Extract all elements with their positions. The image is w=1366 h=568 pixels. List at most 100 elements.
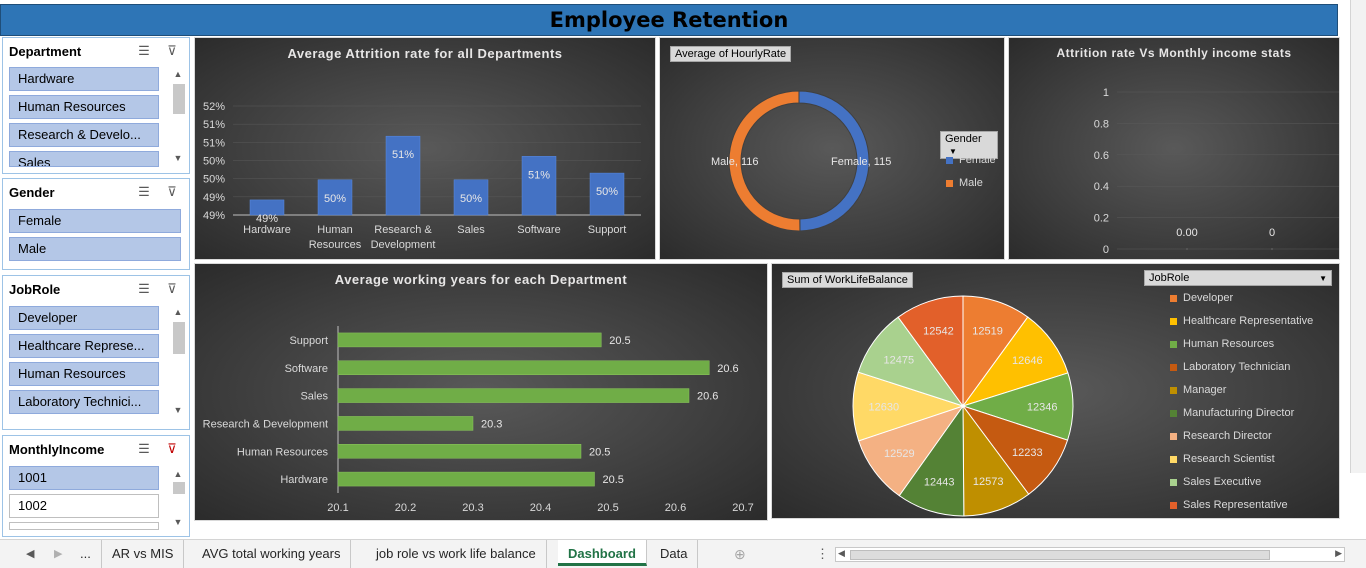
bar <box>337 471 595 487</box>
slicer-header: JobRole ☰ ⊽ <box>3 276 189 302</box>
legend-item: Developer <box>1170 292 1233 304</box>
bar <box>385 135 421 216</box>
legend-swatch <box>1170 363 1177 371</box>
data-label: 12573 <box>973 476 1004 488</box>
scroll-up-icon[interactable]: ▲ <box>171 306 185 318</box>
scroll-right-icon[interactable]: ▶ <box>1335 548 1342 559</box>
x-tick-label: Resources <box>309 239 362 251</box>
working-years-chart[interactable]: Average working years for each Departmen… <box>194 263 768 521</box>
tab-jobrole-worklife[interactable]: job role vs work life balance <box>366 540 547 568</box>
y-tick-label: Hardware <box>280 474 328 486</box>
y-tick-label: 49% <box>203 192 225 204</box>
x-tick-label: 20.4 <box>530 502 551 514</box>
x-tick-label: Research & <box>374 224 432 236</box>
data-label: 51% <box>392 149 414 161</box>
slicer-item[interactable]: Male <box>9 237 181 261</box>
data-label: 20.3 <box>481 418 502 430</box>
data-label: 50% <box>460 193 482 205</box>
clear-filter-icon[interactable]: ⊽ <box>163 43 181 59</box>
x-tick-label: Support <box>588 224 627 236</box>
attrition-department-chart[interactable]: Average Attrition rate for all Departmen… <box>194 37 656 260</box>
slicer-item[interactable]: Human Resources <box>9 362 159 386</box>
multi-select-icon[interactable]: ☰ <box>135 184 153 200</box>
slicer-item[interactable]: Female <box>9 209 181 233</box>
legend-label: Sales Representative <box>1183 499 1288 511</box>
bar <box>337 360 710 375</box>
tab-prev-icon[interactable]: ◀ <box>26 540 34 568</box>
slicer-item[interactable]: Research & Develo... <box>9 123 159 147</box>
worklife-balance-pie-chart[interactable]: Sum of WorkLifeBalance JobRole ▼ 12519 12… <box>771 263 1340 519</box>
data-label: 0.00 <box>1176 227 1197 239</box>
slicer-monthly-income: MonthlyIncome ☰ ⊽ 1001 1002 ▲ ▼ <box>2 435 190 537</box>
legend-swatch <box>1170 386 1177 394</box>
bar <box>521 156 557 216</box>
legend-swatch <box>1170 294 1177 302</box>
slicer-item[interactable]: 1002 <box>9 494 159 518</box>
slicer-item[interactable]: 1001 <box>9 466 159 490</box>
scroll-up-icon[interactable]: ▲ <box>171 68 185 80</box>
tab-data[interactable]: Data <box>650 540 699 568</box>
more-options-icon[interactable]: ⋮ <box>816 540 829 568</box>
tab-avg-working-years[interactable]: AVG total working years <box>192 540 352 568</box>
legend-label: Laboratory Technician <box>1183 361 1291 373</box>
slicer-item[interactable]: Laboratory Technici... <box>9 390 159 414</box>
slicer-item[interactable]: Healthcare Represe... <box>9 334 159 358</box>
legend-filter-label: Gender <box>945 133 982 145</box>
legend-label: Male <box>959 177 983 189</box>
legend-swatch <box>1170 409 1177 417</box>
tab-more[interactable]: ... <box>70 540 102 568</box>
x-tick-label: 20.2 <box>395 502 416 514</box>
sheet-vertical-scrollbar[interactable] <box>1350 0 1366 473</box>
multi-select-icon[interactable]: ☰ <box>135 441 153 457</box>
scroll-down-icon[interactable]: ▼ <box>171 152 185 164</box>
x-tick-label: Software <box>517 224 560 236</box>
slicer-scrollbar[interactable]: ▲ ▼ <box>171 306 185 418</box>
add-sheet-icon[interactable]: ⊕ <box>734 540 746 568</box>
scroll-down-icon[interactable]: ▼ <box>171 404 185 416</box>
tab-ar-vs-mis[interactable]: AR vs MIS <box>102 540 185 568</box>
slicer-header: Department ☰ ⊽ <box>3 38 189 64</box>
legend-item: Research Director <box>1170 430 1272 442</box>
slicer-item[interactable]: Hardware <box>9 67 159 91</box>
x-tick-label: 20.5 <box>597 502 618 514</box>
scroll-left-icon[interactable]: ◀ <box>838 548 845 559</box>
legend-item: Research Scientist <box>1170 453 1275 465</box>
clear-filter-icon[interactable]: ⊽ <box>163 184 181 200</box>
scroll-thumb[interactable] <box>850 550 1270 560</box>
x-tick-label: Human <box>317 224 352 236</box>
legend-item: Female <box>946 154 996 166</box>
multi-select-icon[interactable]: ☰ <box>135 43 153 59</box>
slicer-title: MonthlyIncome <box>9 441 105 457</box>
scroll-thumb[interactable] <box>173 322 185 354</box>
scroll-thumb[interactable] <box>173 482 185 494</box>
legend-item: Manager <box>1170 384 1226 396</box>
x-tick-label: Development <box>371 239 436 251</box>
y-tick-label: 49% <box>203 210 225 222</box>
slicer-scrollbar[interactable]: ▲ ▼ <box>171 468 185 528</box>
scroll-thumb[interactable] <box>173 84 185 114</box>
y-tick-label: Human Resources <box>237 446 329 458</box>
bar <box>337 388 690 403</box>
legend-label: Sales Executive <box>1183 476 1262 488</box>
slicer-item[interactable] <box>9 522 159 530</box>
horizontal-scrollbar[interactable]: ◀ ▶ <box>835 547 1345 562</box>
data-label: 12346 <box>1027 401 1058 413</box>
slicer-scrollbar[interactable]: ▲ ▼ <box>171 68 185 168</box>
tab-next-icon[interactable]: ▶ <box>54 540 62 568</box>
legend-swatch <box>946 156 953 164</box>
data-point <box>1271 248 1273 250</box>
hourly-rate-donut-chart[interactable]: Average of HourlyRate Female, 115 Male, 1… <box>659 37 1005 260</box>
attrition-income-chart[interactable]: Attrition rate Vs Monthly income stats 1… <box>1008 37 1340 260</box>
slicer-item[interactable]: Developer <box>9 306 159 330</box>
slicer-item[interactable]: Human Resources <box>9 95 159 119</box>
multi-select-icon[interactable]: ☰ <box>135 281 153 297</box>
scroll-down-icon[interactable]: ▼ <box>171 516 185 528</box>
tab-dashboard[interactable]: Dashboard <box>558 540 647 566</box>
slicer-item[interactable]: Sales <box>9 151 159 167</box>
legend-swatch <box>946 179 953 187</box>
clear-filter-icon[interactable]: ⊽ <box>163 281 181 297</box>
scroll-up-icon[interactable]: ▲ <box>171 468 185 480</box>
y-tick-label: Support <box>289 335 328 347</box>
clear-filter-icon[interactable]: ⊽ <box>163 441 181 457</box>
y-tick-label: 51% <box>203 119 225 131</box>
